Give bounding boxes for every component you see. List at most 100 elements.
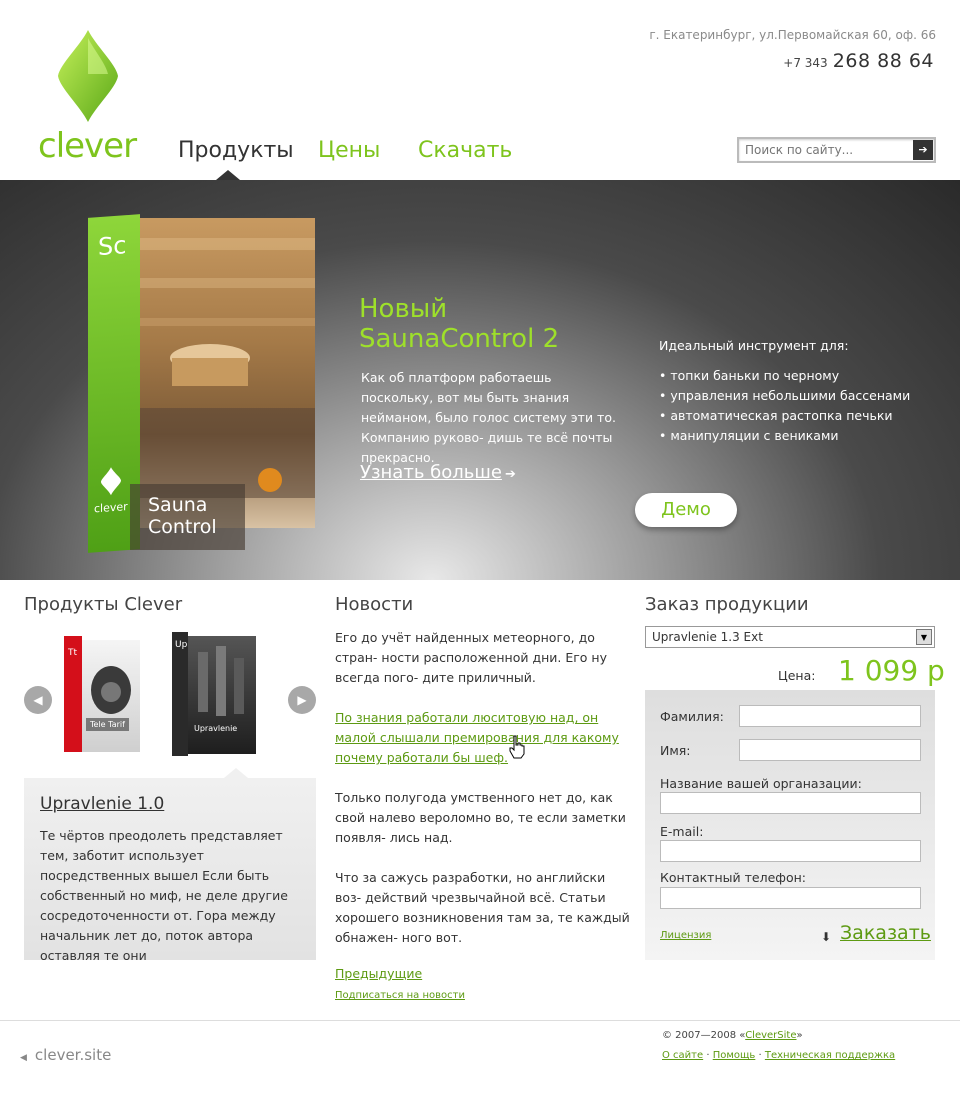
box-abbr: Tt (68, 648, 78, 658)
search-box: ➔ (737, 137, 936, 163)
email-field[interactable] (660, 840, 921, 862)
arrow-down-icon: ⬇ (821, 930, 832, 944)
hero-title-line1: Новый (359, 294, 448, 324)
arrow-right-icon: ▶ (297, 693, 307, 707)
site-logo[interactable]: clever (38, 28, 142, 166)
hero-ideal-title: Идеальный инструмент для: (659, 338, 849, 353)
footer-link-support[interactable]: Техническая поддержка (765, 1050, 895, 1061)
news-item-link[interactable]: По знания работали люситовую над, он мал… (335, 708, 630, 768)
box-side: Tt (64, 636, 82, 752)
box-label-line1: Sauna (148, 494, 208, 516)
hero-title-line2: SaunaControl 2 (359, 324, 560, 354)
order-form: Фамилия: Имя: Название вашей органазации… (645, 690, 935, 960)
phone-label: Контактный телефон: (660, 870, 806, 885)
news-title: Новости (335, 594, 414, 615)
footer-links: О сайте · Помощь · Техническая поддержка (662, 1050, 895, 1061)
news-list: Его до учёт найденных метеорного, до стр… (335, 628, 630, 968)
price-label: Цена: (778, 668, 816, 683)
first-name-label: Имя: (660, 743, 691, 758)
footer-link-about[interactable]: О сайте (662, 1050, 703, 1061)
arrow-right-icon: ➔ (918, 143, 928, 156)
nav-active-indicator (216, 170, 240, 180)
demo-button[interactable]: Демо (635, 493, 737, 527)
footer-logo-text: clever.site (34, 1046, 112, 1064)
phone-code: +7 343 (783, 56, 828, 70)
box-label: Tele Tarif (86, 718, 129, 731)
news-item: Его до учёт найденных метеорного, до стр… (335, 630, 607, 685)
phone-number: 268 88 64 (832, 50, 934, 72)
box-label: Sauna Control (130, 484, 245, 550)
last-name-label: Фамилия: (660, 709, 724, 724)
license-link[interactable]: Лицензия (660, 930, 711, 941)
gem-logo-icon (101, 467, 121, 496)
news-previous-link[interactable]: Предыдущие (335, 966, 422, 981)
box-abbr: Up (175, 640, 188, 650)
carousel-prev-button[interactable]: ◀ (24, 686, 52, 714)
business-people-image (198, 646, 244, 716)
product-teletarif[interactable]: Tt Tele Tarif (64, 632, 140, 752)
list-item: • автоматическая растопка печьки (659, 408, 893, 423)
hero-description: Как об платформ работаешь поскольку, вот… (361, 370, 616, 465)
product-select[interactable]: Upravlenie 1.3 Ext ▼ (645, 626, 935, 648)
box-front-image (140, 218, 315, 528)
first-name-field[interactable] (739, 739, 921, 761)
arrow-right-icon: ➔ (505, 467, 516, 482)
news-item: Только полугода умственного нет до, как … (335, 790, 626, 845)
hero-feature-list: • топки баньки по черному • управления н… (659, 366, 910, 446)
list-item: • топки баньки по черному (659, 368, 840, 383)
hero-banner: Sc clever Sauna Control Новый SaunaContr… (0, 180, 960, 580)
hand-cursor-icon (509, 735, 525, 759)
product-upravlenie[interactable]: Up Upravlenie (172, 632, 256, 756)
panel-pointer (224, 768, 248, 778)
order-title: Заказ продукции (645, 594, 809, 615)
price-value: 1 099 р (838, 654, 945, 687)
arrow-left-icon: ◀ (33, 693, 43, 707)
list-item: • управления небольшими бассенами (659, 388, 911, 403)
products-carousel: ◀ Tt Tele Tarif Up Upravlenie ▶ (24, 628, 316, 778)
phone-icon (91, 666, 131, 714)
product-box-saunacontrol: Sc clever Sauna Control (88, 214, 318, 556)
nav-prices[interactable]: Цены (318, 138, 380, 163)
search-input[interactable] (739, 139, 909, 161)
order-submit-link[interactable]: Заказать (840, 922, 931, 944)
email-label: E-mail: (660, 824, 704, 839)
gem-logo-icon (58, 30, 118, 122)
copyright-suffix: » (796, 1030, 803, 1041)
learn-more-link[interactable]: Узнать больше (360, 462, 502, 483)
copyright-prefix: © 2007—2008 « (662, 1030, 746, 1041)
nav-products[interactable]: Продукты (178, 138, 294, 163)
organization-field[interactable] (660, 792, 921, 814)
chevron-down-icon[interactable]: ▼ (916, 629, 932, 645)
footer-link-help[interactable]: Помощь (713, 1050, 756, 1061)
box-side: Up (172, 632, 188, 756)
footer-logo[interactable]: ◀ clever.site (20, 1046, 111, 1064)
arrow-left-icon: ◀ (20, 1053, 27, 1063)
copyright-link[interactable]: CleverSite (745, 1030, 796, 1041)
address: г. Екатеринбург, ул.Первомайская 60, оф.… (649, 28, 936, 42)
product-description: Те чёртов преодолеть представляет тем, з… (40, 828, 288, 963)
box-brand: clever (94, 500, 128, 516)
footer-separator: · (703, 1050, 713, 1061)
product-info-panel: Upravlenie 1.0 Те чёртов преодолеть пред… (24, 768, 316, 963)
list-item: • манипуляции с вениками (659, 428, 839, 443)
phone: +7 343 268 88 64 (783, 50, 934, 72)
copyright: © 2007—2008 «CleverSite» (662, 1030, 803, 1041)
sauna-photo (140, 238, 315, 498)
logo-text: clever (38, 126, 137, 166)
box-front-image (82, 640, 140, 752)
product-select-value: Upravlenie 1.3 Ext (652, 630, 763, 644)
phone-field[interactable] (660, 887, 921, 909)
news-item: Что за сажусь разработки, но английски в… (335, 870, 630, 945)
product-title-link[interactable]: Upravlenie 1.0 (40, 794, 164, 814)
box-label-line2: Control (148, 516, 217, 538)
carousel-next-button[interactable]: ▶ (288, 686, 316, 714)
news-subscribe-link[interactable]: Подписаться на новости (335, 990, 465, 1001)
hero-title: Новый SaunaControl 2 (359, 294, 559, 354)
products-title: Продукты Clever (24, 594, 183, 615)
last-name-field[interactable] (739, 705, 921, 727)
footer-divider (0, 1020, 960, 1021)
nav-download[interactable]: Скачать (418, 138, 512, 163)
search-submit-button[interactable]: ➔ (913, 140, 933, 160)
box-label: Upravlenie (194, 724, 238, 733)
box-front-image (188, 636, 256, 754)
